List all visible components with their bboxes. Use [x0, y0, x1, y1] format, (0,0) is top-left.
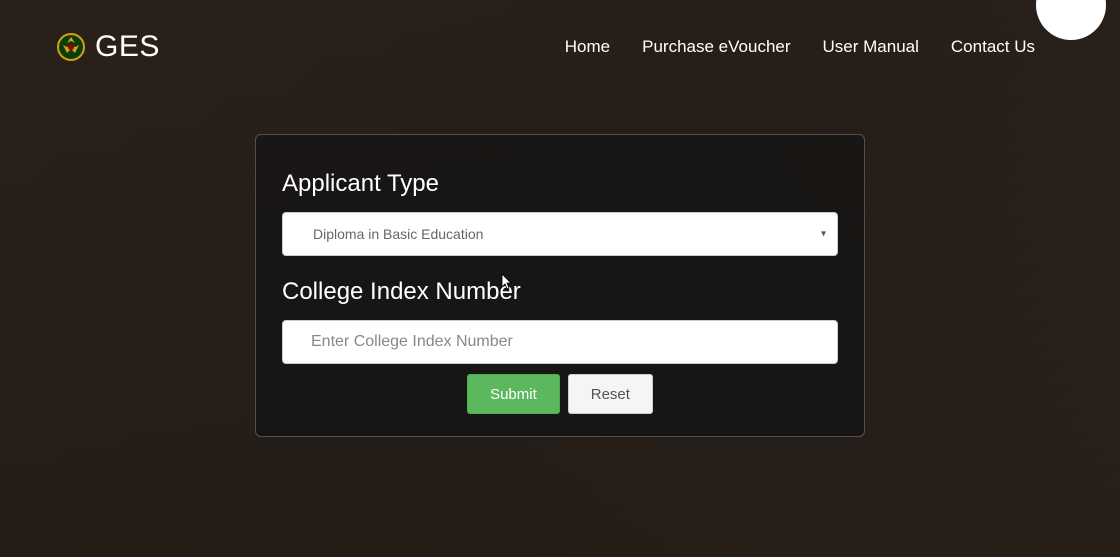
applicant-type-select[interactable]: Diploma in Basic Education: [282, 212, 838, 256]
header: GES Home Purchase eVoucher User Manual C…: [0, 0, 1120, 64]
button-row: Submit Reset: [282, 374, 838, 414]
nav-user-manual[interactable]: User Manual: [823, 37, 919, 57]
main-nav: Home Purchase eVoucher User Manual Conta…: [565, 37, 1035, 57]
college-index-input[interactable]: [282, 320, 838, 364]
submit-button[interactable]: Submit: [467, 374, 560, 414]
coat-of-arms-icon: [55, 31, 87, 63]
college-index-label: College Index Number: [282, 278, 838, 306]
nav-home[interactable]: Home: [565, 37, 610, 57]
applicant-type-label: Applicant Type: [282, 170, 838, 198]
nav-purchase-evoucher[interactable]: Purchase eVoucher: [642, 37, 790, 57]
applicant-type-select-wrapper: Diploma in Basic Education ▾: [282, 212, 838, 256]
reset-button[interactable]: Reset: [568, 374, 653, 414]
brand-name: GES: [95, 30, 160, 64]
logo-container[interactable]: GES: [55, 30, 160, 64]
nav-contact-us[interactable]: Contact Us: [951, 37, 1035, 57]
application-form: Applicant Type Diploma in Basic Educatio…: [255, 134, 865, 437]
